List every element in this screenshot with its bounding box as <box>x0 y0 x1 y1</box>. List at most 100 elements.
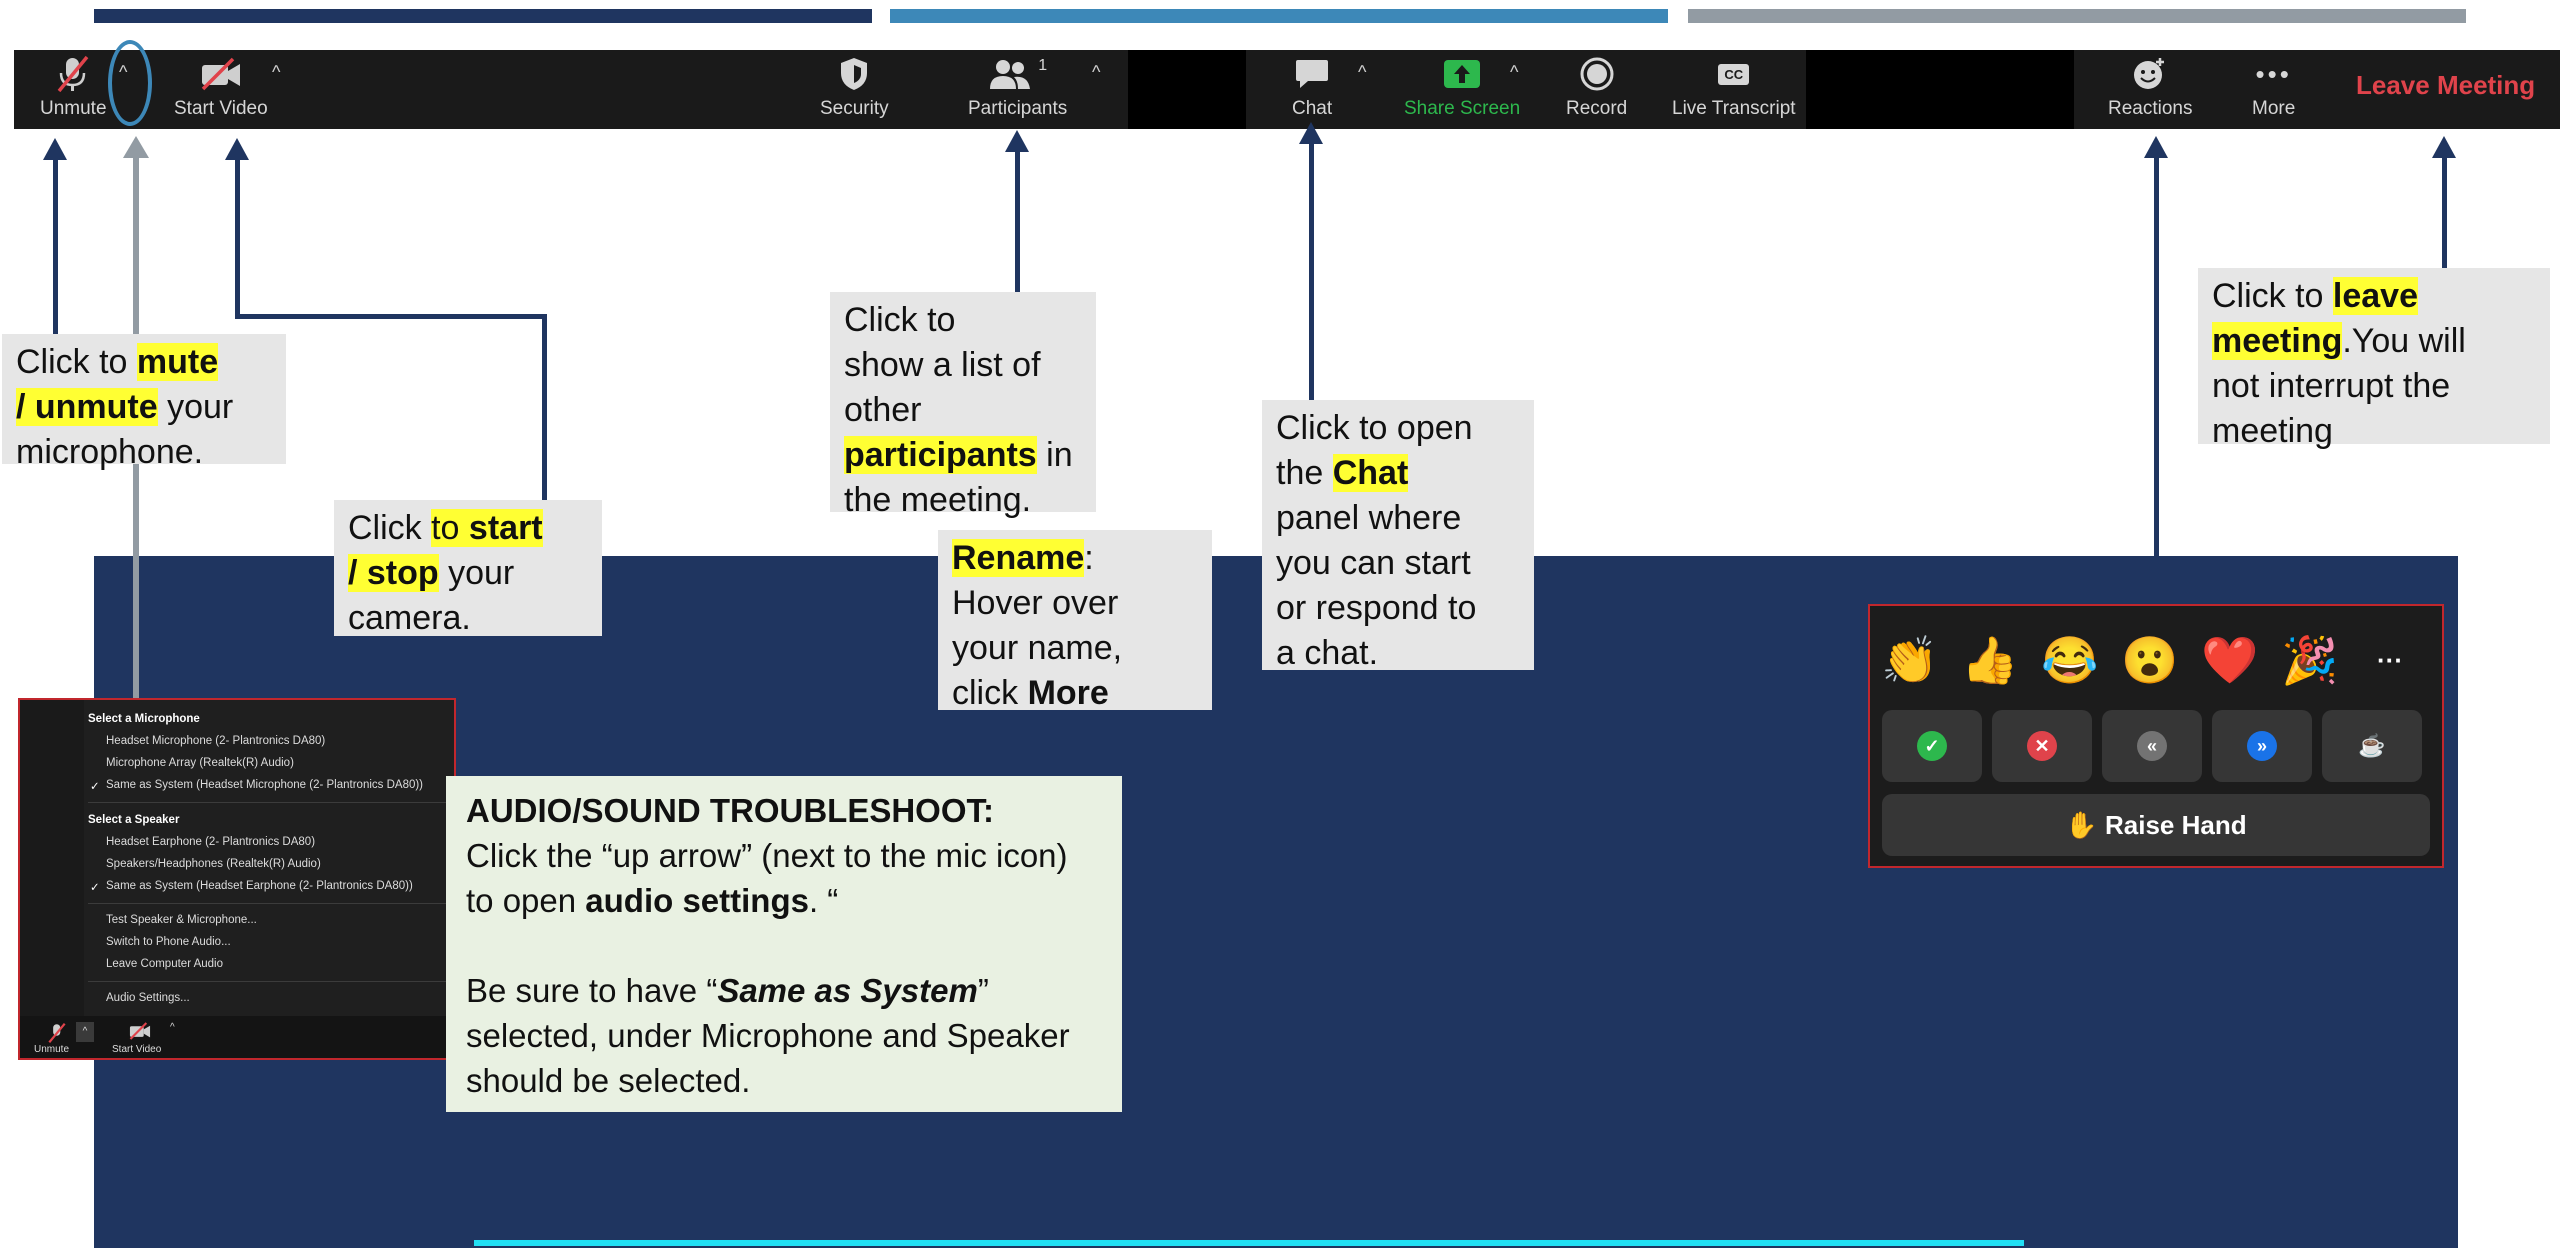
participants-chevron-up-icon[interactable]: ^ <box>1092 62 1100 83</box>
raise-hand-button[interactable]: ✋ Raise Hand <box>1882 794 2430 856</box>
leave-callout-text: Click to <box>2212 277 2333 315</box>
more-reactions-icon[interactable]: ··· <box>2360 630 2420 690</box>
chat-button[interactable]: Chat <box>1292 56 1332 120</box>
reactions-label: Reactions <box>2108 98 2193 119</box>
no-button[interactable]: ✕ <box>1992 710 2092 782</box>
tears-of-joy-emoji[interactable]: 😂 <box>2040 630 2100 690</box>
chat-callout-text-6: a chat. <box>1276 634 1379 672</box>
muted-microphone-icon <box>53 55 93 93</box>
toolbar-black-gap-1 <box>1128 50 1246 129</box>
mic-option-1[interactable]: Headset Microphone (2- Plantronics DA80) <box>106 735 325 747</box>
live-transcript-label: Live Transcript <box>1672 98 1796 119</box>
start-video-label: Start Video <box>174 98 268 119</box>
speaker-option-3[interactable]: Same as System (Headset Earphone (2- Pla… <box>106 880 413 892</box>
more-dots-icon: ••• <box>2255 58 2292 89</box>
start-video-button[interactable]: Start Video <box>174 56 268 120</box>
smiley-plus-icon <box>2132 56 2168 92</box>
participants-button[interactable]: 1 Participants <box>968 56 1067 120</box>
more-button[interactable]: ••• More <box>2252 56 2295 120</box>
stop-callout-highlight: / stop <box>348 554 439 592</box>
video-callout-text-3: camera. <box>348 599 471 637</box>
chat-arrow <box>1309 142 1314 402</box>
menu-divider <box>88 903 450 904</box>
speaker-option-1[interactable]: Headset Earphone (2- Plantronics DA80) <box>106 836 315 848</box>
leave-callout-highlight: leave <box>2332 277 2419 315</box>
leave-callout-text-2: .You will <box>2342 322 2466 360</box>
participants-callout-highlight: participants <box>844 436 1037 474</box>
troubleshoot-line-2a: to open <box>466 882 586 919</box>
share-screen-chevron-up-icon[interactable]: ^ <box>1510 62 1518 83</box>
rename-callout-text-3: click <box>952 674 1028 712</box>
troubleshoot-line-3a: Be sure to have “ <box>466 972 718 1009</box>
participants-callout-text-2: show a list of <box>844 346 1041 384</box>
leave-arrow <box>2442 152 2447 272</box>
troubleshoot-line-2c: . “ <box>808 882 839 919</box>
unmute-label: Unmute <box>40 98 107 119</box>
share-screen-button[interactable]: Share Screen <box>1404 56 1520 120</box>
participants-callout-text: Click to <box>844 301 956 339</box>
audio-settings-item[interactable]: Audio Settings... <box>106 992 190 1004</box>
mic-option-2[interactable]: Microphone Array (Realtek(R) Audio) <box>106 757 294 769</box>
mic-option-3[interactable]: Same as System (Headset Microphone (2- P… <box>106 779 423 791</box>
live-transcript-button[interactable]: CC Live Transcript <box>1672 56 1796 120</box>
leave-callout-text-3: not interrupt the <box>2212 367 2451 405</box>
video-off-icon <box>199 56 243 92</box>
top-bar-navy <box>94 9 872 23</box>
clapping-hands-emoji[interactable]: 👏 <box>1880 630 1940 690</box>
mute-arrow <box>53 152 58 336</box>
test-speaker-mic-item[interactable]: Test Speaker & Microphone... <box>106 914 257 926</box>
shield-icon <box>838 56 870 92</box>
reactions-panel: 👏 👍 😂 😮 ❤️ 🎉 ··· ✓ ✕ « » ☕ ✋ Raise Hand <box>1868 604 2444 868</box>
menu-divider <box>88 981 450 982</box>
mute-callout-highlight: mute <box>136 343 219 381</box>
red-heart-emoji[interactable]: ❤️ <box>2200 630 2260 690</box>
start-callout-highlight: start <box>468 509 543 547</box>
rename-callout-more: More <box>1027 674 1109 712</box>
speed-up-button[interactable]: » <box>2212 710 2312 782</box>
chat-callout-highlight: Chat <box>1332 454 1409 492</box>
chat-chevron-up-icon[interactable]: ^ <box>1358 62 1366 83</box>
participants-arrow-head <box>1005 130 1029 152</box>
mute-callout-text: Click to <box>16 343 137 381</box>
party-popper-emoji[interactable]: 🎉 <box>2280 630 2340 690</box>
menu-audio-caret-icon[interactable]: ^ <box>76 1022 94 1042</box>
rename-callout-text: Hover over <box>952 584 1119 622</box>
coffee-cup-icon: ☕ <box>2357 731 2387 761</box>
security-label: Security <box>820 98 889 119</box>
leave-computer-audio-item[interactable]: Leave Computer Audio <box>106 958 223 970</box>
leave-arrow-head <box>2432 136 2456 158</box>
menu-divider <box>88 802 450 803</box>
unmute-button[interactable]: Unmute <box>40 55 107 120</box>
record-label: Record <box>1566 98 1628 119</box>
open-mouth-emoji[interactable]: 😮 <box>2120 630 2180 690</box>
menu-video-caret-icon[interactable]: ^ <box>170 1022 175 1033</box>
switch-phone-audio-item[interactable]: Switch to Phone Audio... <box>106 936 231 948</box>
video-options-chevron-up-icon[interactable]: ^ <box>272 62 280 83</box>
security-button[interactable]: Security <box>820 56 889 120</box>
chat-callout-text: Click to open <box>1276 409 1473 447</box>
participants-callout-text-3: other <box>844 391 922 429</box>
slow-down-button[interactable]: « <box>2102 710 2202 782</box>
yes-button[interactable]: ✓ <box>1882 710 1982 782</box>
mute-arrow-head <box>43 138 67 160</box>
reactions-button[interactable]: Reactions <box>2108 56 2193 120</box>
chat-callout-text-4: you can start <box>1276 544 1471 582</box>
mute-callout: Click to mute / unmute your microphone. <box>2 334 286 471</box>
record-button[interactable]: Record <box>1566 56 1627 120</box>
chat-callout-text-2: the <box>1276 454 1333 492</box>
reactions-arrow <box>2154 154 2159 606</box>
mic-selected-check-icon: ✓ <box>90 781 100 793</box>
share-screen-icon <box>1443 56 1481 92</box>
video-callout: Click to start / stop your camera. <box>334 500 602 637</box>
participants-label: Participants <box>968 98 1068 119</box>
leave-callout: Click to leave meeting.You will not inte… <box>2198 268 2550 450</box>
rename-callout: Rename: Hover over your name, click More <box>938 530 1212 712</box>
speaker-option-2[interactable]: Speakers/Headphones (Realtek(R) Audio) <box>106 858 321 870</box>
coffee-break-button[interactable]: ☕ <box>2322 710 2422 782</box>
more-label: More <box>2252 98 2296 119</box>
rename-callout-highlight: Rename <box>952 539 1085 577</box>
record-icon <box>1579 56 1615 92</box>
audio-settings-menu: Select a Microphone Headset Microphone (… <box>18 698 456 1060</box>
leave-meeting-button[interactable]: Leave Meeting <box>2356 70 2535 101</box>
thumbs-up-emoji[interactable]: 👍 <box>1960 630 2020 690</box>
